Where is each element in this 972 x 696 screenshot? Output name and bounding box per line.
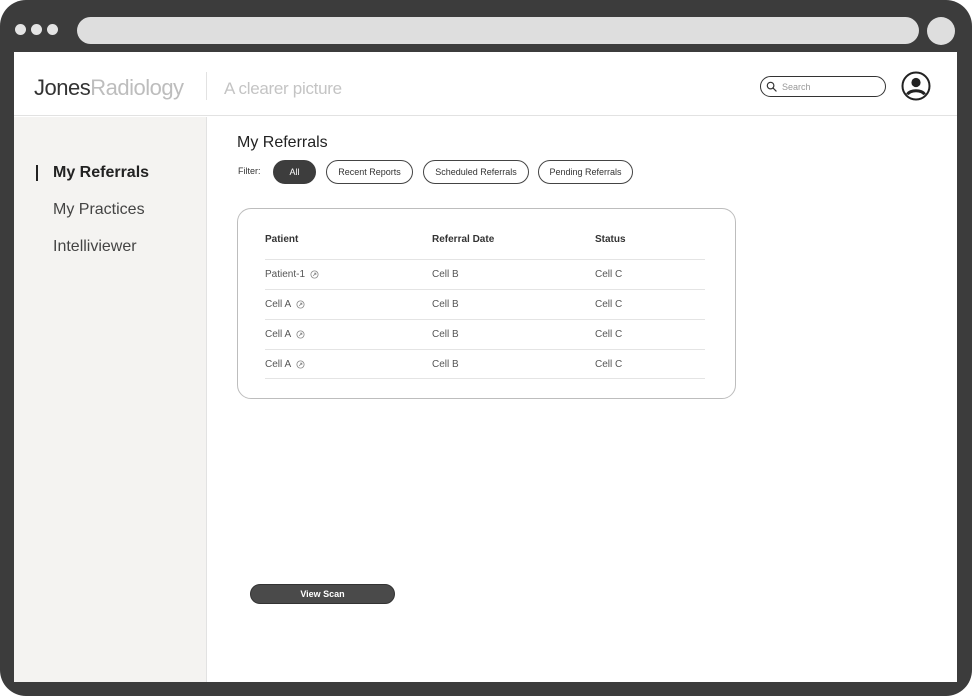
filter-chip-all[interactable]: All [273, 160, 316, 184]
page-title: My Referrals [237, 134, 328, 151]
patient-name: Cell A [265, 359, 292, 370]
status-cell: Cell C [595, 359, 623, 370]
patient-name: Cell A [265, 329, 292, 340]
browser-menu-button[interactable] [927, 17, 955, 45]
brand-logo[interactable]: Jones Radiology [34, 75, 184, 101]
page-viewport: JonesRadiology A clearer picture My Refe… [14, 52, 957, 682]
sidebar-item-my-referrals[interactable]: My Referrals [53, 163, 149, 183]
referral-date-cell: Cell B [432, 359, 459, 370]
external-link-icon[interactable] [296, 360, 305, 369]
table-row[interactable]: Cell A Cell B Cell C [265, 289, 705, 319]
referral-date-cell: Cell B [432, 299, 459, 310]
search-input[interactable] [782, 81, 877, 92]
status-cell: Cell C [595, 269, 623, 280]
filter-label: Filter: [238, 166, 261, 176]
column-header-status[interactable]: Status [595, 234, 626, 245]
patient-cell[interactable]: Cell A [265, 329, 305, 340]
patient-cell[interactable]: Cell A [265, 299, 305, 310]
external-link-icon[interactable] [310, 270, 319, 279]
window-dot-icon[interactable] [47, 24, 58, 35]
status-cell: Cell C [595, 329, 623, 340]
patient-name: Patient-1 [265, 269, 306, 280]
patient-name: Cell A [265, 299, 292, 310]
window-dot-icon[interactable] [15, 24, 26, 35]
user-avatar-icon[interactable] [901, 71, 931, 101]
external-link-icon[interactable] [296, 330, 305, 339]
window-controls [15, 24, 58, 35]
window-dot-icon[interactable] [31, 24, 42, 35]
search-icon [766, 81, 777, 92]
patient-cell[interactable]: Cell A [265, 359, 305, 370]
sidebar-item-intelliviewer[interactable]: Intelliviewer [53, 237, 137, 257]
view-scan-button[interactable]: View Scan [250, 584, 395, 604]
column-header-patient[interactable]: Patient [265, 234, 298, 245]
table-row[interactable]: Cell A Cell B Cell C [265, 319, 705, 349]
filter-chip-scheduled-referrals[interactable]: Scheduled Referrals [423, 160, 529, 184]
table-row[interactable]: Patient-1 Cell B Cell C [265, 259, 705, 289]
sidebar-item-my-practices[interactable]: My Practices [53, 200, 145, 220]
header-divider [206, 72, 207, 100]
active-indicator [36, 165, 38, 181]
search-box[interactable] [760, 76, 886, 97]
filter-chip-recent-reports[interactable]: Recent Reports [326, 160, 413, 184]
referral-date-cell: Cell B [432, 329, 459, 340]
address-bar[interactable] [77, 17, 919, 44]
logo-primary-text: Jones [34, 75, 91, 100]
column-header-referral-date[interactable]: Referral Date [432, 234, 494, 245]
referral-date-cell: Cell B [432, 269, 459, 280]
table-row[interactable]: Cell A Cell B Cell C [265, 349, 705, 379]
logo-secondary-text: Radiology [90, 75, 184, 100]
sidebar: My Referrals My Practices Intelliviewer [14, 117, 207, 682]
external-link-icon[interactable] [296, 300, 305, 309]
tagline: A clearer picture [224, 79, 342, 98]
patient-cell[interactable]: Patient-1 [265, 269, 319, 280]
referrals-table-card: Patient Referral Date Status Patient-1 C… [237, 208, 736, 399]
browser-frame: JonesRadiology A clearer picture My Refe… [0, 0, 972, 696]
filter-chip-pending-referrals[interactable]: Pending Referrals [538, 160, 633, 184]
app-header: Jones Radiology A clearer picture [14, 52, 957, 116]
status-cell: Cell C [595, 299, 623, 310]
